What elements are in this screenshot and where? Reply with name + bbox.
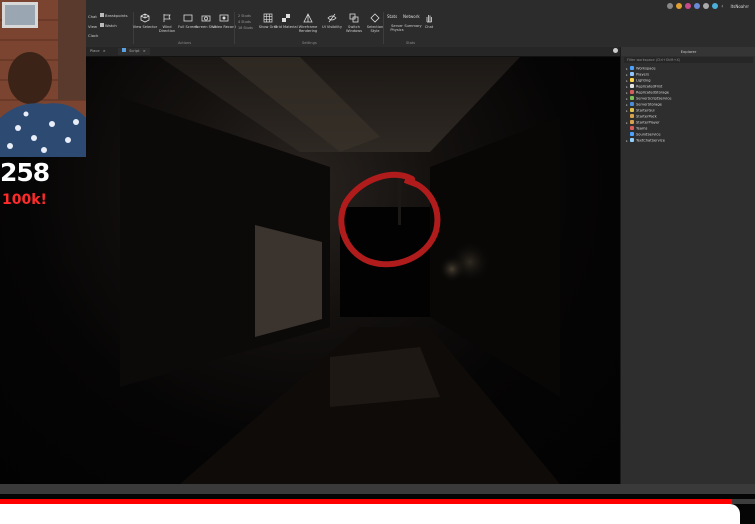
explorer-item-soundservice[interactable]: SoundService — [626, 132, 661, 137]
game-viewport[interactable] — [0, 57, 620, 484]
group-label-actions: Actions — [178, 41, 192, 45]
breakpoints-icon — [100, 13, 104, 17]
breakpoints-button[interactable]: Breakpoints — [100, 13, 128, 18]
checker-icon — [282, 14, 290, 22]
gui-icon — [630, 108, 634, 112]
player-icon — [630, 120, 634, 124]
video-icon — [219, 14, 229, 22]
ribbon-chat-label[interactable]: Chat — [88, 14, 97, 19]
workspace-icon — [630, 66, 634, 70]
document-tabs: Place × Script × — [86, 47, 620, 57]
explorer-item-textchatservice[interactable]: ▸ TextChatService — [626, 138, 665, 143]
teams-icon — [630, 126, 634, 130]
stats-button[interactable]: Stats — [387, 14, 397, 19]
explorer-item-teams[interactable]: Teams — [626, 126, 647, 131]
titlebar-icons: ‹ ItsNoahrr — [667, 2, 749, 10]
help-icon[interactable] — [694, 3, 701, 9]
explorer-filter-input[interactable]: Filter workspace (Ctrl+Shift+X) — [624, 57, 753, 63]
studio-ribbon: Chat View Clock Breakpoints Watch View S… — [0, 0, 755, 48]
annotation-circle — [338, 171, 441, 268]
explorer-panel: Explorer Filter workspace (Ctrl+Shift+X)… — [620, 47, 755, 484]
tab-options-icon[interactable] — [613, 48, 618, 53]
grid-option[interactable]: 16 Studs — [238, 25, 253, 31]
chat-icon — [630, 138, 634, 142]
close-icon[interactable]: × — [103, 49, 106, 53]
tab-place[interactable]: Place × — [86, 48, 110, 55]
explorer-item-starterplayer[interactable]: ▸ StarterPlayer — [626, 120, 660, 125]
storage-icon — [630, 102, 634, 106]
group-label-stats: Stats — [406, 41, 416, 45]
script-icon — [630, 96, 634, 100]
share-icon[interactable] — [667, 3, 674, 9]
explorer-item-lighting[interactable]: ▸ Lighting — [626, 78, 651, 83]
folder-icon — [630, 90, 634, 94]
username[interactable]: ItsNoahrr — [731, 4, 749, 9]
studio-bottom-bar — [0, 484, 755, 494]
flag-icon — [163, 14, 171, 22]
chat-button[interactable]: Chat — [416, 13, 442, 29]
hand-icon — [426, 15, 432, 23]
cube-icon — [140, 13, 150, 23]
windows-icon — [349, 13, 359, 23]
watch-icon — [100, 23, 104, 27]
fullscreen-icon — [183, 14, 193, 22]
subscriber-goal: 100k! — [2, 192, 47, 208]
ribbon-clock-label[interactable]: Clock — [88, 33, 98, 38]
explorer-item-players[interactable]: ▸ Players — [626, 72, 649, 77]
webcam-image — [0, 0, 86, 157]
group-label-settings: Settings — [302, 41, 317, 45]
wireframe-icon — [303, 13, 313, 23]
grid-studs-selector[interactable]: 2 Studs 4 Studs 16 Studs — [238, 13, 253, 31]
notification-icon[interactable] — [676, 3, 683, 9]
explorer-item-workspace[interactable]: ▸ Workspace — [626, 66, 656, 71]
explorer-item-replicatedstorage[interactable]: ▸ ReplicatedStorage — [626, 90, 669, 95]
lighting-icon — [630, 78, 634, 82]
explorer-title: Explorer — [621, 47, 755, 56]
webcam-feed — [0, 0, 86, 157]
folder-icon — [630, 84, 634, 88]
explorer-item-replicatedfirst[interactable]: ▸ ReplicatedFirst — [626, 84, 662, 89]
ribbon-view-label[interactable]: View — [88, 24, 97, 29]
arrow-icon[interactable]: ‹ — [721, 3, 723, 10]
grid-icon — [263, 13, 273, 23]
camera-icon — [201, 15, 211, 22]
tab-script[interactable]: Script × — [118, 48, 150, 55]
explorer-item-serverstorage[interactable]: ▸ ServerStorage — [626, 102, 662, 107]
players-icon — [630, 72, 634, 76]
video-info-card — [0, 504, 740, 524]
settings-icon[interactable] — [703, 3, 710, 9]
ribbon-separator — [234, 12, 235, 44]
wireframe-rendering-button[interactable]: Wireframe Rendering — [295, 13, 321, 33]
pack-icon — [630, 114, 634, 118]
avatar-icon[interactable] — [685, 3, 692, 9]
explorer-item-serverscriptservice[interactable]: ▸ ServerScriptService — [626, 96, 672, 101]
diamond-icon — [370, 13, 380, 23]
subscriber-counter: 258 — [0, 158, 50, 187]
explorer-item-starterpack[interactable]: StarterPack — [626, 114, 657, 119]
sound-icon — [630, 132, 634, 136]
watch-button[interactable]: Watch — [100, 23, 117, 28]
cloud-icon[interactable] — [712, 3, 719, 9]
eye-slash-icon — [327, 13, 337, 23]
script-icon — [122, 48, 126, 52]
close-icon[interactable]: × — [143, 49, 146, 53]
explorer-item-startergui[interactable]: ▸ StarterGui — [626, 108, 655, 113]
